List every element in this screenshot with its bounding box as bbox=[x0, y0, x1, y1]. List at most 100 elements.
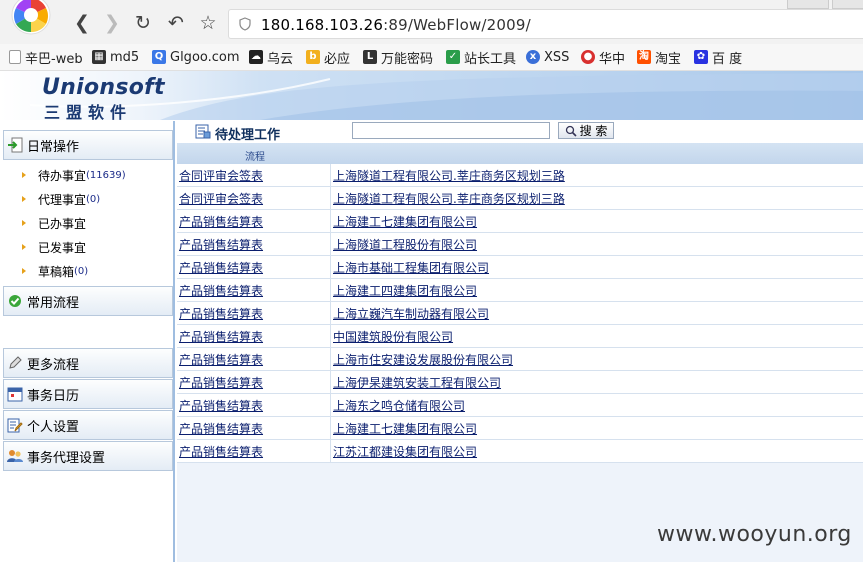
tab-strip-fragment[interactable] bbox=[787, 0, 829, 9]
bookmark-item[interactable]: ☁ 乌云 bbox=[249, 48, 294, 67]
column-divider bbox=[330, 417, 331, 439]
company-link[interactable]: 上海隧道工程有限公司.莘庄商务区规划三路 bbox=[333, 190, 565, 207]
green-check-icon bbox=[9, 295, 21, 307]
task-list-icon bbox=[195, 124, 211, 139]
column-divider bbox=[330, 279, 331, 301]
bookmark-item[interactable]: ▦ md5 bbox=[92, 48, 139, 66]
bookmark-item[interactable]: ✓ 站长工具 bbox=[446, 48, 517, 67]
bookmark-item[interactable]: 辛巴-web bbox=[9, 48, 83, 67]
flow-link[interactable]: 产品销售结算表 bbox=[179, 236, 263, 253]
sidebar-item-drafts[interactable]: 草稿箱 (0) bbox=[22, 261, 88, 281]
watermark: www.wooyun.org bbox=[657, 522, 852, 547]
company-link[interactable]: 上海隧道工程有限公司.莘庄商务区规划三路 bbox=[333, 167, 565, 184]
flow-link[interactable]: 产品销售结算表 bbox=[179, 351, 263, 368]
company-link[interactable]: 上海隧道工程股份有限公司 bbox=[333, 236, 477, 253]
sidebar-item-done[interactable]: 已办事宜 bbox=[22, 213, 86, 233]
undo-button[interactable]: ↶ bbox=[165, 12, 187, 34]
bookmark-star-button[interactable]: ☆ bbox=[197, 12, 219, 34]
flow-link[interactable]: 产品销售结算表 bbox=[179, 374, 263, 391]
company-link[interactable]: 上海建工七建集团有限公司 bbox=[333, 213, 477, 230]
browser-logo-icon[interactable] bbox=[6, 0, 56, 40]
flow-link[interactable]: 合同评审会签表 bbox=[179, 190, 263, 207]
flow-link[interactable]: 产品销售结算表 bbox=[179, 259, 263, 276]
baidu-paw-icon: ✿ bbox=[694, 50, 708, 64]
security-shield-icon bbox=[239, 17, 251, 31]
bookmark-item[interactable]: ✿ 百 度 bbox=[694, 48, 742, 67]
sidebar-personal-settings[interactable]: 个人设置 bbox=[3, 410, 173, 440]
sidebar-item-count: (0) bbox=[74, 265, 89, 277]
sidebar-daily-ops[interactable]: 日常操作 bbox=[3, 130, 173, 160]
task-table: 合同评审会签表 上海隧道工程有限公司.莘庄商务区规划三路 合同评审会签表 上海隧道工程… bbox=[177, 164, 863, 463]
table-row: 产品销售结算表 上海市住安建设发展股份有限公司 bbox=[177, 348, 863, 371]
column-header-flow: 流程 bbox=[245, 152, 265, 163]
bookmark-item[interactable]: Q Glgoo.com bbox=[152, 48, 240, 66]
flow-link[interactable]: 合同评审会签表 bbox=[179, 167, 263, 184]
flow-link[interactable]: 产品销售结算表 bbox=[179, 213, 263, 230]
company-link[interactable]: 上海立巍汽车制动器有限公司 bbox=[333, 305, 489, 322]
taobao-icon: 淘 bbox=[637, 50, 651, 64]
search-input[interactable] bbox=[352, 122, 550, 139]
forward-button[interactable]: ❯ bbox=[101, 12, 123, 34]
sidebar-more-flow[interactable]: 更多流程 bbox=[3, 348, 173, 378]
company-link[interactable]: 上海市基础工程集团有限公司 bbox=[333, 259, 489, 276]
bookmark-item[interactable]: 淘 淘宝 bbox=[637, 48, 681, 67]
sidebar-item-todo[interactable]: 待办事宜 (11639) bbox=[22, 165, 126, 185]
company-link[interactable]: 上海市住安建设发展股份有限公司 bbox=[333, 351, 513, 368]
users-icon bbox=[7, 450, 23, 462]
company-link[interactable]: 上海伊杲建筑安装工程有限公司 bbox=[333, 374, 501, 391]
bookmark-label: 乌云 bbox=[267, 51, 294, 67]
bookmark-label: 万能密码 bbox=[381, 51, 434, 67]
company-link[interactable]: 江苏江都建设集团有限公司 bbox=[333, 443, 477, 460]
sidebar-item-count: (11639) bbox=[86, 169, 126, 181]
table-row: 产品销售结算表 上海隧道工程股份有限公司 bbox=[177, 233, 863, 256]
bookmark-item[interactable]: x XSS bbox=[526, 48, 569, 66]
sidebar-common-flow[interactable]: 常用流程 bbox=[3, 286, 173, 316]
reload-button[interactable]: ↻ bbox=[132, 12, 154, 34]
flow-link[interactable]: 产品销售结算表 bbox=[179, 397, 263, 414]
column-divider bbox=[330, 371, 331, 393]
bullet-icon bbox=[22, 244, 26, 250]
red-bird-icon: ● bbox=[581, 50, 595, 64]
company-link[interactable]: 上海建工七建集团有限公司 bbox=[333, 420, 477, 437]
bookmark-label: 站长工具 bbox=[464, 51, 517, 67]
bookmark-label: Glgoo.com bbox=[170, 49, 240, 65]
sidebar-item-count: (0) bbox=[86, 193, 101, 205]
company-link[interactable]: 上海建工四建集团有限公司 bbox=[333, 282, 477, 299]
back-button[interactable]: ❮ bbox=[71, 12, 93, 34]
table-row: 产品销售结算表 上海建工七建集团有限公司 bbox=[177, 210, 863, 233]
address-bar[interactable]: 180.168.103.26:89/WebFlow/2009/ bbox=[228, 9, 863, 39]
brand-logo: Unionsoft bbox=[42, 75, 165, 100]
sidebar-item-proxy[interactable]: 代理事宜 (0) bbox=[22, 189, 100, 209]
sidebar-calendar[interactable]: 事务日历 bbox=[3, 379, 173, 409]
browser-toolbar: ❮ ❯ ↻ ↶ ☆ 180.168.103.26:89/WebFlow/2009… bbox=[0, 0, 863, 44]
sidebar: 日常操作 待办事宜 (11639) 代理事宜 (0) 已办事宜 已发事宜 草稿箱 (0… bbox=[0, 121, 175, 562]
brand-logo-cn: 三盟软件 bbox=[44, 103, 133, 120]
column-divider bbox=[330, 187, 331, 209]
pencil-icon bbox=[9, 356, 22, 369]
flow-link[interactable]: 产品销售结算表 bbox=[179, 443, 263, 460]
flow-link[interactable]: 产品销售结算表 bbox=[179, 282, 263, 299]
company-link[interactable]: 上海东之鸣仓储有限公司 bbox=[333, 397, 465, 414]
sidebar-item-label: 已发事宜 bbox=[38, 240, 87, 255]
edit-form-icon bbox=[7, 418, 23, 433]
column-divider bbox=[330, 348, 331, 370]
sidebar-item-label: 待办事宜 bbox=[38, 168, 87, 183]
flow-link[interactable]: 产品销售结算表 bbox=[179, 328, 263, 345]
page-title: 待处理工作 bbox=[215, 128, 281, 143]
page-icon bbox=[9, 50, 21, 64]
search-button-label: 搜 索 bbox=[579, 124, 608, 138]
bookmark-item[interactable]: L 万能密码 bbox=[363, 48, 434, 67]
bullet-icon bbox=[22, 220, 26, 226]
flow-link[interactable]: 产品销售结算表 bbox=[179, 420, 263, 437]
sidebar-section-label: 事务日历 bbox=[27, 388, 80, 404]
flow-link[interactable]: 产品销售结算表 bbox=[179, 305, 263, 322]
sidebar-item-sent[interactable]: 已发事宜 bbox=[22, 237, 86, 257]
company-link[interactable]: 中国建筑股份有限公司 bbox=[333, 328, 453, 345]
bookmark-item[interactable]: ● 华中 bbox=[581, 48, 625, 67]
tab-strip-fragment[interactable] bbox=[832, 0, 863, 9]
table-row: 产品销售结算表 上海伊杲建筑安装工程有限公司 bbox=[177, 371, 863, 394]
bullet-icon bbox=[22, 196, 26, 202]
sidebar-delegate-settings[interactable]: 事务代理设置 bbox=[3, 441, 173, 471]
search-button[interactable]: 搜 索 bbox=[558, 122, 614, 139]
bookmark-item[interactable]: b 必应 bbox=[306, 48, 350, 67]
